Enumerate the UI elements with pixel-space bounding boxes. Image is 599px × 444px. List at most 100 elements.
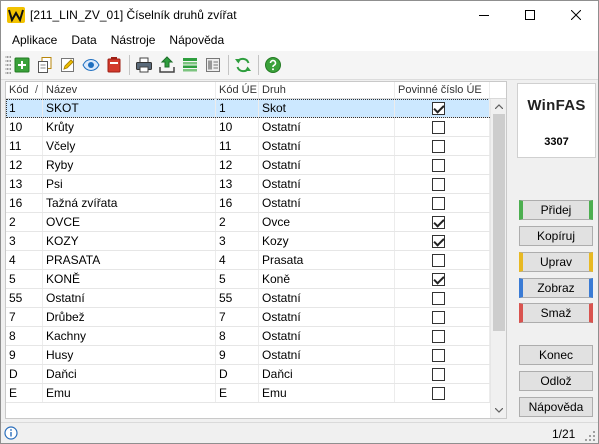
table-header: Kód / Název Kód ÚE Druh Povinné číslo ÚE xyxy=(6,82,506,99)
table-row[interactable]: 13 Psi 13 Ostatní xyxy=(6,175,490,194)
table-row[interactable]: 4 PRASATA 4 Prasata xyxy=(6,251,490,270)
toolbar-edit-button[interactable] xyxy=(57,54,79,76)
cell-code: 55 xyxy=(6,289,43,307)
mandatory-checkbox[interactable] xyxy=(432,387,445,400)
table-row[interactable]: 3 KOZY 3 Kozy xyxy=(6,232,490,251)
table-row[interactable]: 55 Ostatní 55 Ostatní xyxy=(6,289,490,308)
mandatory-checkbox[interactable] xyxy=(432,349,445,362)
table-row[interactable]: 2 OVCE 2 Ovce xyxy=(6,213,490,232)
table-row[interactable]: D Daňci D Daňci xyxy=(6,365,490,384)
cell-code-ue: E xyxy=(216,384,259,402)
cell-mandatory xyxy=(395,118,490,136)
table-row[interactable]: 1 SKOT 1 Skot xyxy=(6,99,490,118)
cell-code-ue: 5 xyxy=(216,270,259,288)
cell-kind: Ostatní xyxy=(259,346,395,364)
table-row[interactable]: 7 Drůbež 7 Ostatní xyxy=(6,308,490,327)
mandatory-checkbox[interactable] xyxy=(432,368,445,381)
table-row[interactable]: 9 Husy 9 Ostatní xyxy=(6,346,490,365)
toolbar-delete-button[interactable] xyxy=(103,54,125,76)
add-button[interactable]: Přidej xyxy=(519,200,593,220)
cell-mandatory xyxy=(395,156,490,174)
toolbar-separator xyxy=(255,55,262,75)
toolbar-copy-button[interactable] xyxy=(34,54,56,76)
mandatory-checkbox[interactable] xyxy=(432,235,445,248)
table-row[interactable]: 8 Kachny 8 Ostatní xyxy=(6,327,490,346)
mandatory-checkbox[interactable] xyxy=(432,254,445,267)
mandatory-checkbox[interactable] xyxy=(432,140,445,153)
edit-button[interactable]: Uprav xyxy=(519,252,593,272)
menu-napoveda[interactable]: Nápověda xyxy=(162,30,231,51)
toolbar-form-button[interactable] xyxy=(202,54,224,76)
column-header-mandatory[interactable]: Povinné číslo ÚE xyxy=(395,82,490,98)
minimize-button[interactable] xyxy=(461,0,507,30)
table-row[interactable]: 16 Tažná zvířata 16 Ostatní xyxy=(6,194,490,213)
table-row[interactable]: 11 Včely 11 Ostatní xyxy=(6,137,490,156)
table-row[interactable]: 12 Ryby 12 Ostatní xyxy=(6,156,490,175)
toolbar-view-button[interactable] xyxy=(80,54,102,76)
toolbar-add-button[interactable] xyxy=(11,54,33,76)
mandatory-checkbox[interactable] xyxy=(432,330,445,343)
mandatory-checkbox[interactable] xyxy=(432,178,445,191)
defer-button[interactable]: Odlož xyxy=(519,371,593,391)
delete-button[interactable]: Smaž xyxy=(519,303,593,323)
title-bar[interactable]: [211_LIN_ZV_01] Číselník druhů zvířat xyxy=(0,0,599,30)
exit-button[interactable]: Konec xyxy=(519,345,593,365)
refresh-icon xyxy=(235,57,251,73)
cell-code-ue: 16 xyxy=(216,194,259,212)
cell-mandatory xyxy=(395,175,490,193)
cell-name: PRASATA xyxy=(43,251,216,269)
help-button[interactable]: Nápověda xyxy=(519,397,593,417)
copy-button[interactable]: Kopíruj xyxy=(519,226,593,246)
mandatory-checkbox[interactable] xyxy=(432,273,445,286)
table-row[interactable]: 10 Krůty 10 Ostatní xyxy=(6,118,490,137)
column-header-code-ue[interactable]: Kód ÚE xyxy=(216,82,259,98)
scroll-up-button[interactable] xyxy=(491,99,506,114)
mandatory-checkbox[interactable] xyxy=(432,197,445,210)
resize-grip-icon[interactable] xyxy=(585,431,596,442)
cell-kind: Emu xyxy=(259,384,395,402)
column-header-kind[interactable]: Druh xyxy=(259,82,395,98)
cell-code-ue: 12 xyxy=(216,156,259,174)
chevron-down-icon xyxy=(494,408,503,413)
scroll-thumb[interactable] xyxy=(493,114,505,331)
view-button[interactable]: Zobraz xyxy=(519,278,593,298)
table-row[interactable]: 5 KONĚ 5 Koně xyxy=(6,270,490,289)
mandatory-checkbox[interactable] xyxy=(432,216,445,229)
toolbar-print-button[interactable] xyxy=(133,54,155,76)
column-header-name[interactable]: Název xyxy=(43,82,216,98)
add-icon xyxy=(14,57,30,73)
info-icon[interactable] xyxy=(4,426,18,440)
delete-button-label: Smaž xyxy=(540,306,572,320)
menu-data[interactable]: Data xyxy=(64,30,103,51)
logo-box: WinFAS 3307 xyxy=(517,83,596,158)
record-position: 1/21 xyxy=(552,427,576,441)
toolbar-refresh-button[interactable] xyxy=(232,54,254,76)
cell-code-ue: 4 xyxy=(216,251,259,269)
mandatory-checkbox[interactable] xyxy=(432,311,445,324)
menu-aplikace[interactable]: Aplikace xyxy=(5,30,64,51)
toolbar-help-button[interactable] xyxy=(262,54,284,76)
toolbar-separator xyxy=(225,55,232,75)
copy-icon xyxy=(38,57,52,73)
mandatory-checkbox[interactable] xyxy=(432,121,445,134)
toolbar-export-button[interactable] xyxy=(156,54,178,76)
maximize-button[interactable] xyxy=(507,0,553,30)
cell-code: 10 xyxy=(6,118,43,136)
mandatory-checkbox[interactable] xyxy=(432,292,445,305)
cell-code-ue: 11 xyxy=(216,137,259,155)
cell-name: SKOT xyxy=(43,99,216,117)
toolbar-list-button[interactable] xyxy=(179,54,201,76)
side-panel: WinFAS 3307 Přidej Kopíruj Uprav Zobraz … xyxy=(512,81,598,419)
close-button[interactable] xyxy=(553,0,599,30)
cell-code-ue: 7 xyxy=(216,308,259,326)
animal-types-table[interactable]: Kód / Název Kód ÚE Druh Povinné číslo ÚE… xyxy=(5,81,507,419)
scroll-down-button[interactable] xyxy=(491,403,506,418)
table-row[interactable]: E Emu E Emu xyxy=(6,384,490,403)
menu-nastroje[interactable]: Nástroje xyxy=(104,30,163,51)
cell-name: Kachny xyxy=(43,327,216,345)
vertical-scrollbar[interactable] xyxy=(490,99,506,418)
cell-code: E xyxy=(6,384,43,402)
cell-mandatory xyxy=(395,289,490,307)
mandatory-checkbox[interactable] xyxy=(432,102,445,115)
mandatory-checkbox[interactable] xyxy=(432,159,445,172)
